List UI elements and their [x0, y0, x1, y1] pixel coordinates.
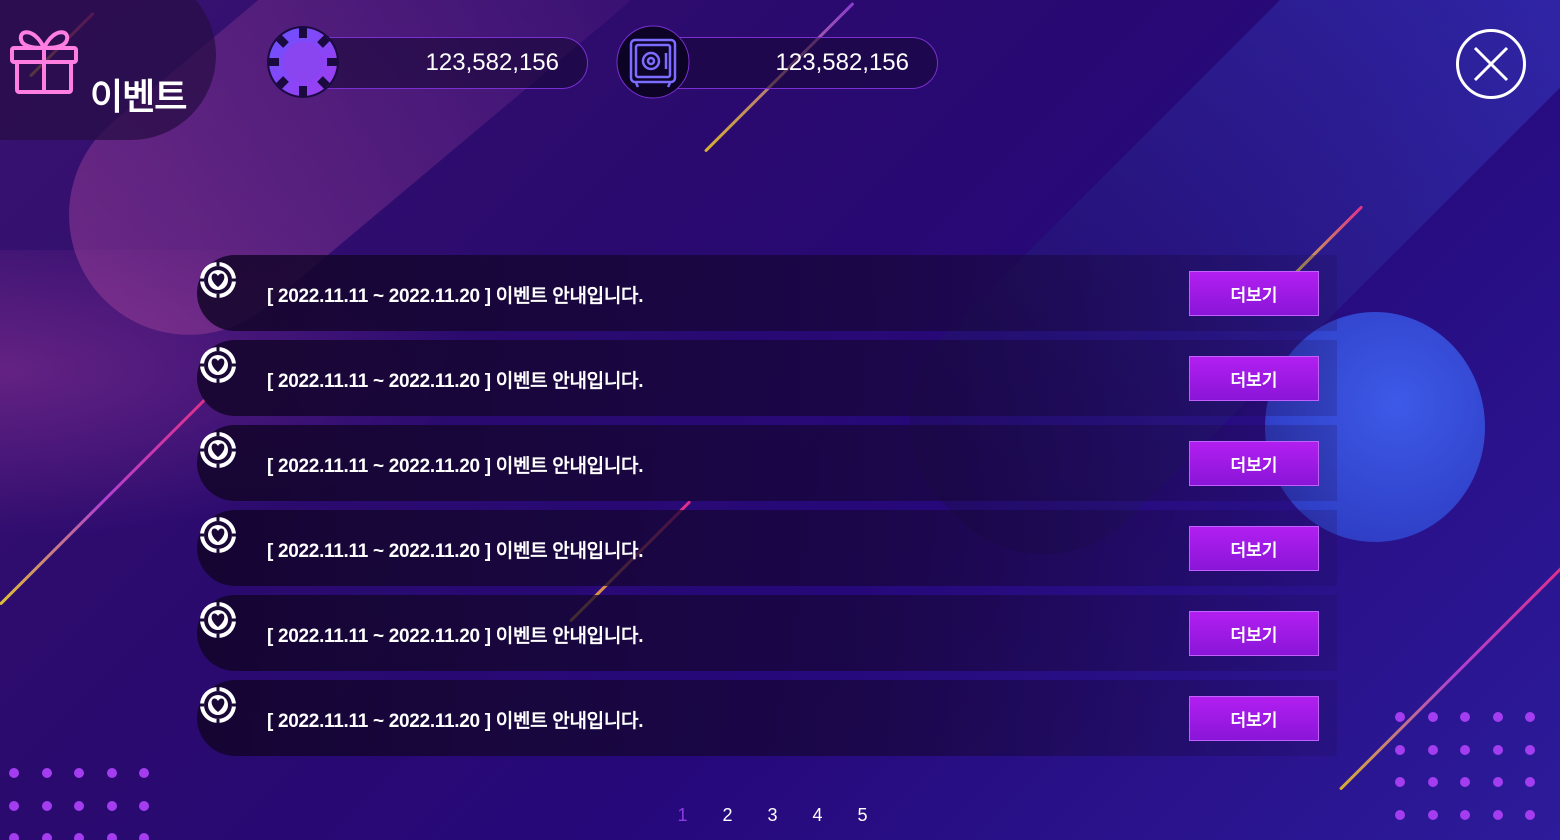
chip-icon: [267, 26, 339, 98]
decor-dot: [9, 800, 19, 811]
page-4-link[interactable]: 4: [795, 805, 840, 826]
event-row: [ 2022.11.11 ~ 2022.11.20 ] 이벤트 안내입니다. 더보…: [197, 425, 1337, 501]
chip-balance: 123,582,156: [300, 37, 588, 89]
decor-dot: [1492, 744, 1503, 755]
event-title: [ 2022.11.11 ~ 2022.11.20 ] 이벤트 안내입니다.: [267, 456, 644, 477]
event-title: [ 2022.11.11 ~ 2022.11.20 ] 이벤트 안내입니다.: [267, 541, 644, 562]
decor-dot: [74, 833, 84, 840]
poker-chip-heart-icon: [200, 602, 236, 638]
safe-icon: [616, 25, 690, 99]
decor-dot: [1395, 777, 1405, 787]
chip-balance-value: 123,582,156: [425, 49, 559, 76]
event-title: [ 2022.11.11 ~ 2022.11.20 ] 이벤트 안내입니다.: [267, 626, 644, 647]
decor-dot: [139, 833, 149, 840]
decor-dot: [1460, 744, 1470, 755]
decor-dot: [1525, 777, 1535, 787]
poker-chip-heart-icon: [200, 347, 236, 383]
poker-chip-heart-icon: [200, 687, 236, 723]
close-icon: [1473, 46, 1509, 82]
event-title: [ 2022.11.11 ~ 2022.11.20 ] 이벤트 안내입니다.: [267, 711, 644, 732]
decor-dot: [1460, 777, 1470, 787]
decor-line: [0, 398, 207, 606]
decor-dot: [1395, 712, 1405, 722]
page-3-link[interactable]: 3: [750, 805, 795, 826]
more-button[interactable]: 더보기: [1189, 526, 1319, 571]
decor-dot: [139, 768, 149, 778]
decor-dot: [41, 833, 52, 840]
decor-dot: [1427, 777, 1438, 787]
decor-dot: [1525, 712, 1535, 722]
decor-dot: [1460, 712, 1470, 722]
decor-dot: [1427, 744, 1438, 755]
event-row: [ 2022.11.11 ~ 2022.11.20 ] 이벤트 안내입니다. 더보…: [197, 680, 1337, 756]
decor-dot: [9, 768, 19, 778]
safe-balance-value: 123,582,156: [775, 49, 909, 76]
decor-dot: [1492, 777, 1503, 787]
decor-dot: [1427, 712, 1438, 722]
decor-dot: [1525, 809, 1535, 820]
decor-dot: [1492, 809, 1503, 820]
event-row: [ 2022.11.11 ~ 2022.11.20 ] 이벤트 안내입니다. 더보…: [197, 595, 1337, 671]
event-title: [ 2022.11.11 ~ 2022.11.20 ] 이벤트 안내입니다.: [267, 371, 644, 392]
event-row: [ 2022.11.11 ~ 2022.11.20 ] 이벤트 안내입니다. 더보…: [197, 255, 1337, 331]
poker-chip-heart-icon: [200, 262, 236, 298]
page-2-link[interactable]: 2: [705, 805, 750, 826]
decor-dot: [74, 800, 84, 811]
close-button[interactable]: [1456, 29, 1526, 99]
decor-dot: [1395, 744, 1405, 755]
decor-dot: [1492, 712, 1503, 722]
decor-dot: [1395, 809, 1405, 820]
gift-icon: [10, 30, 78, 94]
poker-chip-heart-icon: [200, 517, 236, 553]
page-5-link[interactable]: 5: [840, 805, 885, 826]
decor-dot: [1525, 744, 1535, 755]
decor-dot: [41, 768, 52, 778]
decor-dot: [1460, 809, 1470, 820]
more-button[interactable]: 더보기: [1189, 611, 1319, 656]
decor-dot: [106, 800, 117, 811]
decor-dot: [9, 833, 19, 840]
more-button[interactable]: 더보기: [1189, 696, 1319, 741]
page-title: 이벤트: [90, 77, 187, 118]
more-button[interactable]: 더보기: [1189, 441, 1319, 486]
event-title: [ 2022.11.11 ~ 2022.11.20 ] 이벤트 안내입니다.: [267, 286, 644, 307]
decor-dot: [106, 833, 117, 840]
poker-chip-heart-icon: [200, 432, 236, 468]
more-button[interactable]: 더보기: [1189, 356, 1319, 401]
event-row: [ 2022.11.11 ~ 2022.11.20 ] 이벤트 안내입니다. 더보…: [197, 510, 1337, 586]
decor-dot: [139, 800, 149, 811]
decor-dot: [1427, 809, 1438, 820]
safe-balance: 123,582,156: [650, 37, 938, 89]
pagination: 12345: [660, 805, 885, 826]
decor-dot: [41, 800, 52, 811]
page-1-link[interactable]: 1: [660, 805, 705, 826]
decor-dot: [106, 768, 117, 778]
more-button[interactable]: 더보기: [1189, 271, 1319, 316]
event-row: [ 2022.11.11 ~ 2022.11.20 ] 이벤트 안내입니다. 더보…: [197, 340, 1337, 416]
decor-dot: [74, 768, 84, 778]
decor-line: [1338, 562, 1560, 791]
